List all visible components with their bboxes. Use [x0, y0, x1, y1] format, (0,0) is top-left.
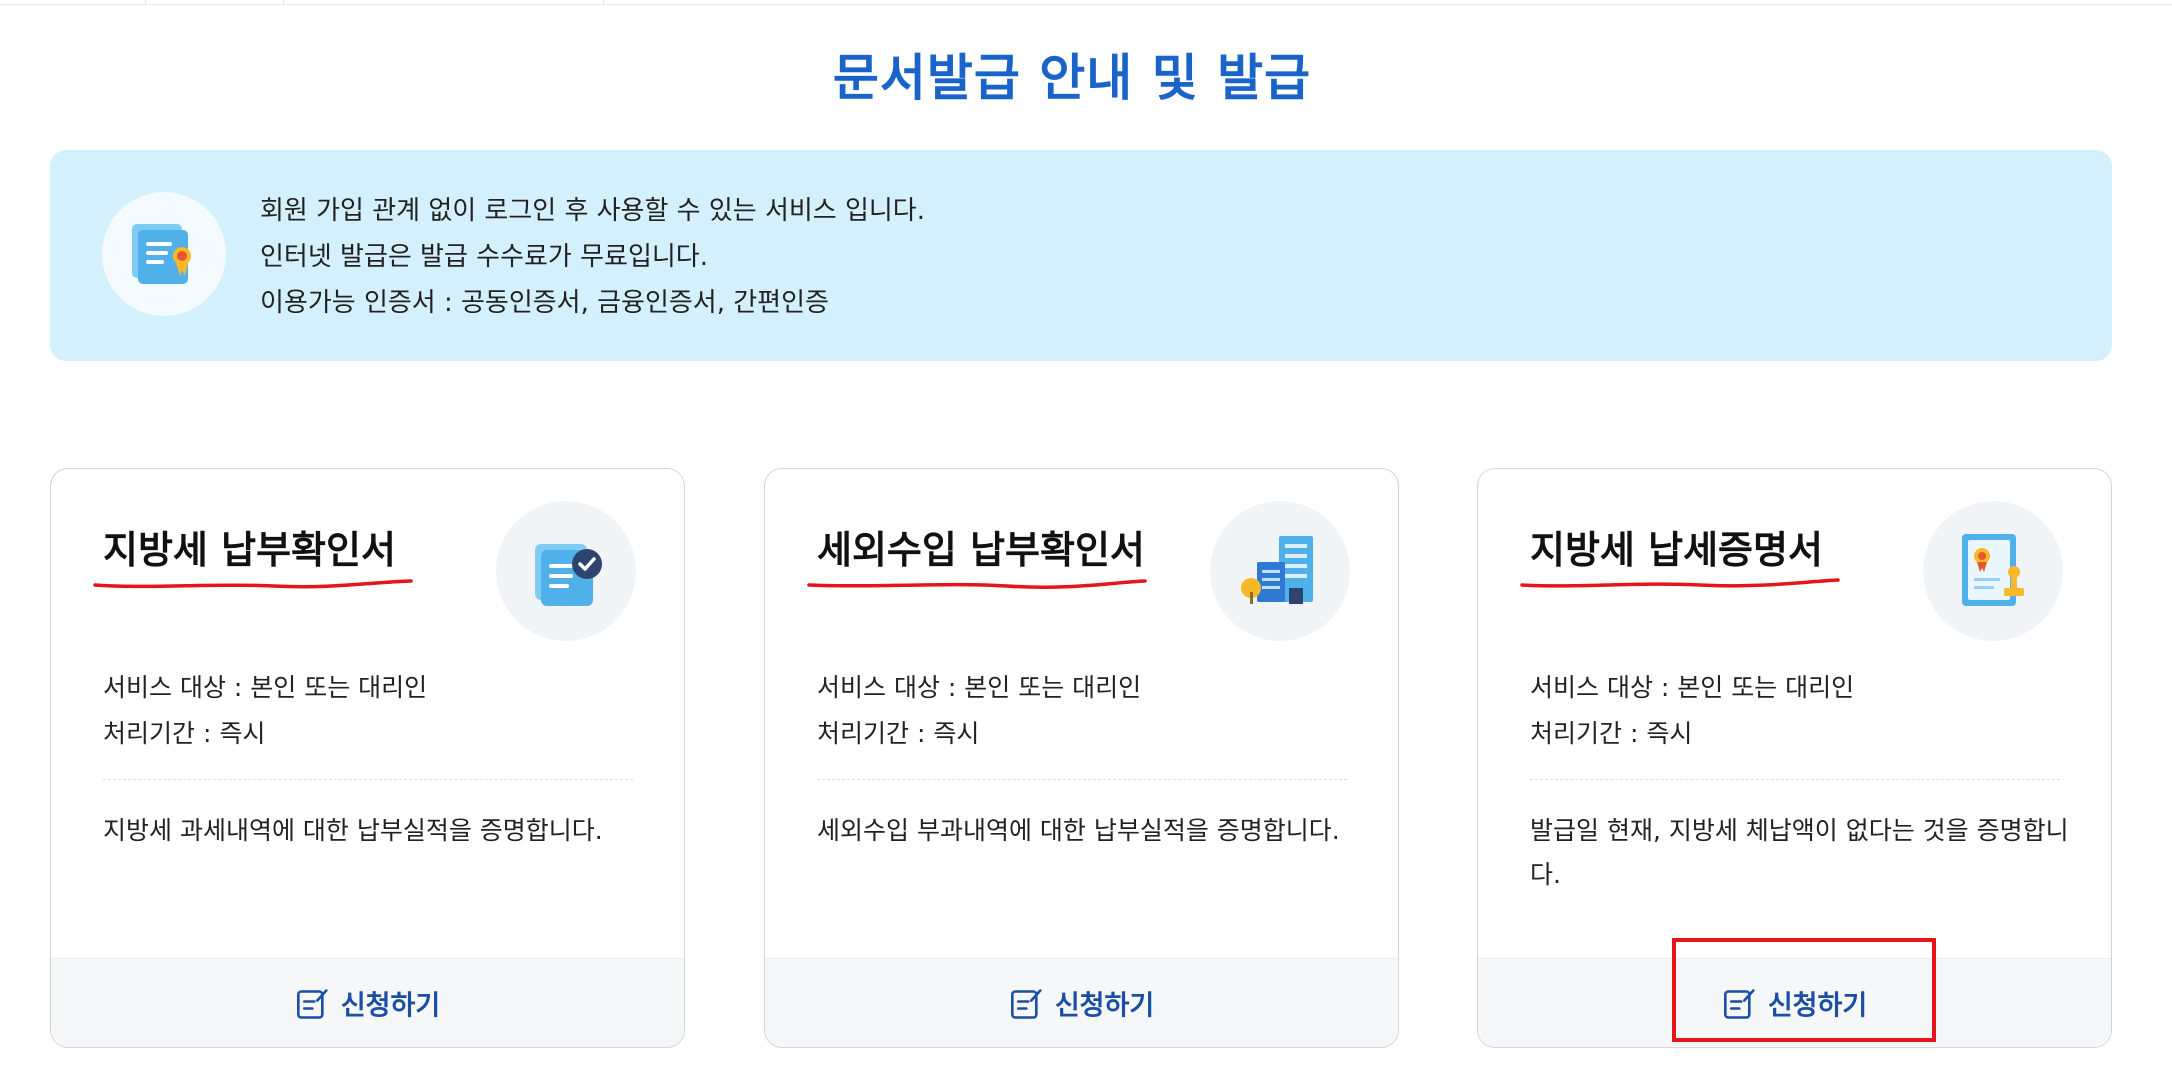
divider: [103, 779, 633, 780]
card-footer: 신청하기: [51, 958, 684, 1047]
card-title: 세외수입 납부확인서: [817, 528, 1145, 572]
edit-document-icon: [1010, 988, 1042, 1019]
top-tab-strip: [0, 0, 2172, 5]
divider: [1530, 779, 2060, 780]
edit-document-icon: [296, 988, 328, 1019]
notice-line: 인터넷 발급은 발급 수수료가 무료입니다.: [260, 242, 708, 272]
processing-period: 처리기간 : 즉시: [103, 719, 266, 748]
certificate-scroll-icon: [102, 192, 226, 316]
document-check-icon: [496, 501, 636, 641]
notice-box: 회원 가입 관계 없이 로그인 후 사용할 수 있는 서비스 입니다. 인터넷 …: [50, 150, 2112, 361]
page-title: 문서발급 안내 및 발급: [832, 49, 1312, 107]
card-description: 지방세 과세내역에 대한 납부실적을 증명합니다.: [103, 816, 603, 845]
red-underline-annotation: [93, 579, 413, 589]
red-highlight-annotation: [1672, 938, 1936, 1042]
page: 문서발급 안내 및 발급 회원 가입 관계 없이 로그인 후 사용할 수 있는 …: [0, 0, 2172, 1089]
apply-label: 신청하기: [1054, 990, 1155, 1022]
red-underline-annotation: [1520, 578, 1840, 588]
processing-period: 처리기간 : 즉시: [817, 719, 980, 748]
card-footer: 신청하기: [765, 958, 1398, 1047]
notice-line: 이용가능 인증서 : 공동인증서, 금융인증서, 간편인증: [260, 288, 829, 318]
apply-label: 신청하기: [340, 990, 441, 1022]
service-target: 서비스 대상 : 본인 또는 대리인: [1530, 673, 1855, 702]
red-underline-annotation: [807, 579, 1147, 589]
apply-button[interactable]: 신청하기: [1009, 984, 1154, 1023]
divider: [817, 779, 1347, 780]
card-local-tax-payment-confirmation: 지방세 납부확인서 서비스 대상 : 본인 또는 대리인 처리기간 : 즉시 지…: [50, 468, 685, 1048]
service-target: 서비스 대상 : 본인 또는 대리인: [103, 673, 428, 702]
card-description: 발급일 현재, 지방세 체납액이 없다는 것을 증명합니다.: [1530, 816, 2069, 889]
notice-line: 회원 가입 관계 없이 로그인 후 사용할 수 있는 서비스 입니다.: [260, 196, 925, 226]
processing-period: 처리기간 : 즉시: [1530, 719, 1693, 748]
card-description: 세외수입 부과내역에 대한 납부실적을 증명합니다.: [817, 816, 1340, 845]
apply-button[interactable]: 신청하기: [295, 984, 440, 1023]
card-non-tax-revenue-payment-confirmation: 세외수입 납부확인서 서비스 대상 : 본인 또는 대리인 처리기간: 즉시 …: [764, 468, 1399, 1048]
building-icon: [1210, 501, 1350, 641]
card-title: 지방세 납세증명서: [1530, 528, 1823, 572]
card-title: 지방세 납부확인서: [103, 528, 396, 572]
service-target: 서비스 대상 : 본인 또는 대리인: [817, 673, 1142, 702]
certificate-stamp-icon: [1923, 501, 2063, 641]
